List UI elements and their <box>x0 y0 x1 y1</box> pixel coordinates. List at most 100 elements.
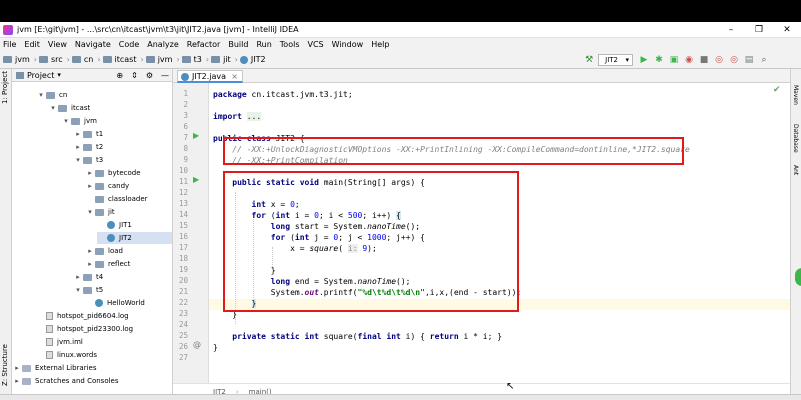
line-number: 20 <box>178 276 188 285</box>
folder-icon <box>95 260 104 268</box>
tree-item-iml[interactable]: jvm.iml <box>36 336 83 348</box>
menu-build[interactable]: Build <box>228 40 248 49</box>
breadcrumb-jit2[interactable]: JIT2 <box>239 55 266 64</box>
menu-help[interactable]: Help <box>371 40 389 49</box>
tree-item-jvm[interactable]: ▾ jvm <box>61 115 97 127</box>
folder-icon <box>211 56 221 63</box>
breadcrumb-jvm[interactable]: jvm › <box>3 55 37 64</box>
menu-file[interactable]: File <box>3 40 16 49</box>
tree-item-itcast[interactable]: ▾ itcast <box>48 102 90 114</box>
java-class-icon <box>107 221 115 229</box>
menu-view[interactable]: View <box>48 40 67 49</box>
line-number: 8 <box>183 144 188 153</box>
minimize-button[interactable]: – <box>717 22 745 38</box>
hammer-build-icon[interactable]: ⚒ <box>583 54 595 66</box>
tree-item-t2[interactable]: ▸ t2 <box>73 141 103 153</box>
line-number: 15 <box>178 221 188 230</box>
tree-item-external-libraries[interactable]: ▸ External Libraries <box>12 362 96 374</box>
breadcrumb-jit[interactable]: jit › <box>211 55 238 64</box>
profile-icon[interactable]: ◉ <box>683 54 695 66</box>
breadcrumb-jvm-pkg[interactable]: jvm › <box>145 55 180 64</box>
tree-item-classloader[interactable]: classloader <box>85 193 148 205</box>
project-tool-tab[interactable]: 1: Project <box>1 71 9 104</box>
breadcrumb-src[interactable]: src › <box>38 55 70 64</box>
run-config-select[interactable]: JIT2 <box>598 54 633 66</box>
collapse-icon[interactable]: ⇕ <box>131 69 138 82</box>
coverage-icon[interactable]: ▣ <box>668 54 680 66</box>
tree-item-words[interactable]: linux.words <box>36 349 97 361</box>
folder-icon <box>102 56 112 63</box>
menu-navigate[interactable]: Navigate <box>75 40 111 49</box>
folder-icon <box>83 273 92 281</box>
java-class-icon <box>181 73 189 81</box>
code-editor: JIT2.java × 1 2 3 6 7 8 9 10 11 12 13 14… <box>173 69 790 400</box>
folder-icon <box>83 156 92 164</box>
line-number: 25 <box>178 331 188 340</box>
tree-item-cn[interactable]: ▾ cn <box>36 89 67 101</box>
maximize-button[interactable]: ❐ <box>745 22 773 38</box>
ant-tool-tab[interactable]: Ant <box>792 165 799 175</box>
breadcrumb-t3[interactable]: t3 › <box>181 55 209 64</box>
hide-icon[interactable]: — <box>161 69 169 82</box>
tree-item-scratches[interactable]: ▸ Scratches and Consoles <box>12 375 118 387</box>
code-area[interactable]: package cn.itcast.jvm.t3.jit; import ...… <box>213 83 790 383</box>
tree-item-helloworld[interactable]: HelloWorld <box>85 297 145 309</box>
tree-item-t4[interactable]: ▸ t4 <box>73 271 103 283</box>
folder-icon <box>83 130 92 138</box>
structure-tool-tab[interactable]: Z: Structure <box>1 344 9 386</box>
search-everywhere-icon[interactable]: ⌕ <box>758 54 770 66</box>
line-number: 19 <box>178 265 188 274</box>
tree-item-t3[interactable]: ▾ t3 <box>73 154 103 166</box>
tree-item-jit2[interactable]: JIT2 <box>97 232 172 244</box>
menu-window[interactable]: Window <box>332 40 364 49</box>
breadcrumb-cn[interactable]: cn › <box>71 55 101 64</box>
tab-jit2-java[interactable]: JIT2.java × <box>177 70 243 83</box>
menu-edit[interactable]: Edit <box>24 40 40 49</box>
gradle-icon[interactable]: ◎ <box>713 54 725 66</box>
tree-item-log2[interactable]: hotspot_pid23300.log <box>36 323 133 335</box>
tree-item-reflect[interactable]: ▸ reflect <box>85 258 130 270</box>
locate-icon[interactable]: ⊕ <box>116 69 123 82</box>
menu-code[interactable]: Code <box>119 40 139 49</box>
folder-icon <box>95 195 104 203</box>
menu-analyze[interactable]: Analyze <box>147 40 179 49</box>
close-button[interactable]: ✕ <box>773 22 801 38</box>
close-icon[interactable]: × <box>231 71 238 82</box>
menu-vcs[interactable]: VCS <box>308 40 324 49</box>
stop-icon[interactable]: ■ <box>698 54 710 66</box>
maven-tool-tab[interactable]: Maven <box>792 85 799 105</box>
run-class-gutter-icon[interactable]: ▶ <box>193 131 199 140</box>
chevron-down-icon[interactable]: ▾ <box>57 71 61 79</box>
tree-item-candy[interactable]: ▸ candy <box>85 180 129 192</box>
project-structure-icon[interactable]: ▤ <box>743 54 755 66</box>
tree-item-t1[interactable]: ▸ t1 <box>73 128 103 140</box>
chevron-right-icon: › <box>176 55 180 64</box>
line-number: 12 <box>178 188 188 197</box>
tree-item-t5[interactable]: ▾ t5 <box>73 284 103 296</box>
menu-refactor[interactable]: Refactor <box>187 40 221 49</box>
floating-green-button[interactable] <box>795 268 801 286</box>
tree-item-jit1[interactable]: JIT1 <box>97 219 132 231</box>
file-icon <box>46 312 53 320</box>
vcs-icon[interactable]: ◎ <box>728 54 740 66</box>
run-main-gutter-icon[interactable]: ▶ <box>193 175 199 184</box>
folder-icon <box>38 56 48 63</box>
debug-icon[interactable]: ✱ <box>653 54 665 66</box>
run-icon[interactable]: ▶ <box>638 54 650 66</box>
library-icon <box>22 364 31 372</box>
menu-run[interactable]: Run <box>256 40 271 49</box>
database-tool-tab[interactable]: Database <box>792 124 799 153</box>
line-number: 2 <box>183 100 188 109</box>
tree-item-jit[interactable]: ▾ jit <box>85 206 114 218</box>
tree-item-log1[interactable]: hotspot_pid6604.log <box>36 310 129 322</box>
tree-item-load[interactable]: ▸ load <box>85 245 123 257</box>
project-panel-title[interactable]: Project <box>27 71 54 80</box>
gear-icon[interactable]: ⚙ <box>146 69 153 82</box>
line-number: 27 <box>178 353 188 362</box>
tree-item-bytecode[interactable]: ▸ bytecode <box>85 167 140 179</box>
breadcrumb-itcast[interactable]: itcast › <box>102 55 144 64</box>
menu-tools[interactable]: Tools <box>280 40 300 49</box>
editor-gutter: 1 2 3 6 7 8 9 10 11 12 13 14 15 16 17 18… <box>173 83 209 383</box>
code-line-3: import ... <box>213 112 262 121</box>
ide-screen: jvm [E:\git\jvm] - ...\src\cn\itcast\jvm… <box>0 0 801 400</box>
